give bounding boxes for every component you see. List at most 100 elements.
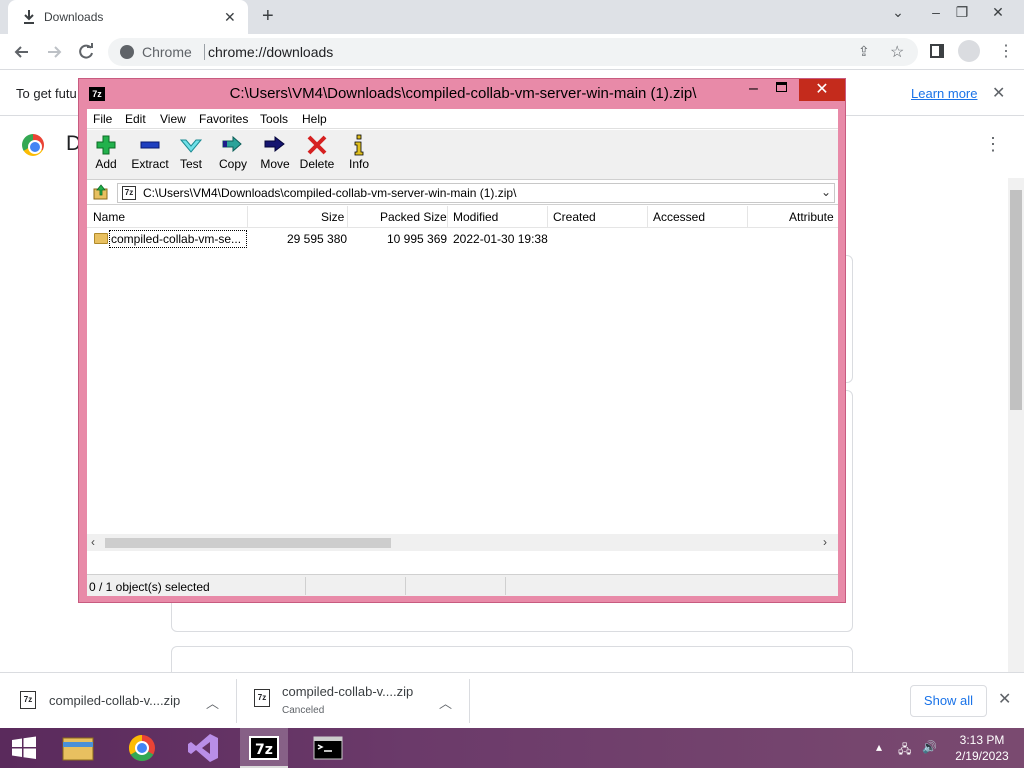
forward-icon[interactable] [44, 42, 64, 62]
side-panel-icon[interactable] [930, 44, 944, 58]
column-divider[interactable] [347, 206, 348, 228]
info-label: Info [348, 157, 369, 171]
new-tab-button[interactable]: + [262, 5, 274, 28]
extract-button[interactable]: Extract [127, 133, 173, 177]
menu-tools[interactable]: Tools [260, 112, 288, 126]
7zip-taskbar-button[interactable]: 7z [240, 728, 288, 768]
delete-label: Delete [299, 157, 335, 171]
add-button[interactable]: Add [84, 133, 128, 177]
move-button[interactable]: Move [253, 133, 297, 177]
list-header: Name Size Packed Size Modified Created A… [87, 206, 838, 228]
learn-more-link[interactable]: Learn more [911, 86, 977, 101]
chrome-menu-icon[interactable]: ⋮ [998, 41, 1014, 61]
terminal-button[interactable] [304, 728, 352, 768]
status-bar: 0 / 1 object(s) selected [87, 574, 838, 596]
tab-title: Downloads [44, 10, 104, 24]
scroll-right-icon[interactable]: › [823, 535, 827, 549]
info-bar-close-icon[interactable]: ✕ [992, 83, 1005, 103]
column-divider[interactable] [747, 206, 748, 228]
copy-button[interactable]: Copy [211, 133, 255, 177]
path-combobox[interactable]: 7z C:\Users\VM4\Downloads\compiled-colla… [117, 183, 835, 203]
url-text[interactable]: chrome://downloads [208, 44, 333, 60]
test-label: Test [179, 157, 202, 171]
move-arrow-icon [264, 135, 285, 153]
column-created[interactable]: Created [553, 210, 596, 224]
column-size[interactable]: Size [321, 210, 344, 224]
menu-edit[interactable]: Edit [125, 112, 146, 126]
chevron-up-icon[interactable]: ︿ [439, 693, 452, 712]
column-modified[interactable]: Modified [453, 210, 498, 224]
zip-close-button[interactable]: ✕ [799, 79, 845, 101]
restore-button[interactable]: ❐ [952, 4, 972, 21]
omnibox-divider [204, 44, 205, 60]
page-scrollbar-thumb[interactable] [1010, 190, 1022, 410]
terminal-icon [313, 736, 343, 760]
network-icon[interactable]: 🖧 [898, 740, 911, 761]
tab-close-icon[interactable]: ✕ [224, 9, 236, 26]
file-explorer-button[interactable] [54, 728, 102, 768]
table-row[interactable]: compiled-collab-vm-se... 29 595 380 10 9… [87, 229, 838, 249]
test-button[interactable]: Test [169, 133, 213, 177]
tab-downloads[interactable]: Downloads ✕ [8, 0, 248, 34]
folder-up-icon[interactable] [93, 184, 109, 200]
page-menu-icon[interactable]: ⋮ [984, 134, 1002, 155]
start-button[interactable] [0, 728, 48, 768]
chrome-taskbar-button[interactable] [118, 728, 166, 768]
tab-search-icon[interactable]: ⌄ [888, 4, 908, 21]
site-chip-label: Chrome [142, 44, 192, 60]
column-divider[interactable] [647, 206, 648, 228]
menu-help[interactable]: Help [302, 112, 327, 126]
column-divider[interactable] [447, 206, 448, 228]
scroll-left-icon[interactable]: ‹ [91, 535, 95, 549]
show-all-button[interactable]: Show all [910, 685, 987, 717]
browser-toolbar: Chrome chrome://downloads ⇪ ☆ ⋮ [0, 34, 1024, 70]
menu-file[interactable]: File [93, 112, 112, 126]
volume-icon[interactable]: 🔊 [922, 740, 937, 754]
download-item[interactable]: 7z compiled-collab-v....zip Canceled ︿ [237, 673, 469, 729]
back-icon[interactable] [12, 42, 32, 62]
visual-studio-button[interactable] [180, 728, 228, 768]
scrollbar-thumb[interactable] [105, 538, 391, 548]
plus-icon [96, 135, 116, 155]
column-divider[interactable] [247, 206, 248, 228]
close-window-button[interactable]: ✕ [988, 4, 1008, 21]
clock-time[interactable]: 3:13 PM [952, 733, 1012, 747]
column-packed-size[interactable]: Packed Size [380, 210, 447, 224]
column-attribute[interactable]: Attribute [789, 210, 834, 224]
info-button[interactable]: Info [337, 133, 381, 177]
zip-minimize-button[interactable]: – [749, 80, 758, 98]
row-modified: 2022-01-30 19:38 [453, 232, 548, 246]
dropdown-arrow-icon[interactable]: ⌄ [821, 185, 831, 199]
reload-icon[interactable] [76, 42, 96, 62]
profile-avatar-icon[interactable] [958, 40, 980, 62]
download-shelf: 7z compiled-collab-v....zip ︿ 7z compile… [0, 672, 1024, 728]
download-status: Canceled [282, 705, 325, 716]
column-accessed[interactable]: Accessed [653, 210, 705, 224]
menu-favorites[interactable]: Favorites [199, 112, 248, 126]
status-text: 0 / 1 object(s) selected [89, 580, 210, 594]
menu-bar: File Edit View Favorites Tools Help [87, 109, 838, 129]
status-divider [305, 577, 306, 595]
zip-maximize-button[interactable] [776, 82, 787, 92]
clock-date[interactable]: 2/19/2023 [952, 749, 1012, 763]
shelf-close-icon[interactable]: ✕ [998, 689, 1011, 709]
download-item[interactable]: 7z compiled-collab-v....zip ︿ [0, 673, 236, 729]
delete-button[interactable]: Delete [295, 133, 339, 177]
path-text: C:\Users\VM4\Downloads\compiled-collab-v… [143, 186, 517, 200]
start-icon [12, 736, 36, 759]
row-packed-size: 10 995 369 [387, 232, 448, 246]
horizontal-scrollbar[interactable]: ‹ › [87, 534, 838, 551]
show-hidden-icons-icon[interactable]: ▴ [876, 740, 882, 754]
menu-view[interactable]: View [160, 112, 186, 126]
chevron-up-icon[interactable]: ︿ [206, 693, 219, 712]
bookmark-star-icon[interactable]: ☆ [890, 42, 904, 62]
column-name[interactable]: Name [93, 210, 125, 224]
minimize-button[interactable]: – [926, 4, 946, 20]
row-name[interactable]: compiled-collab-vm-se... [109, 230, 247, 248]
column-divider[interactable] [547, 206, 548, 228]
shelf-divider [469, 679, 470, 723]
share-icon[interactable]: ⇪ [858, 43, 870, 60]
folder-icon [94, 233, 108, 244]
taskbar: 7z ▴ 🖧 🔊 3:13 PM 2/19/2023 [0, 728, 1024, 768]
omnibox[interactable]: Chrome chrome://downloads [108, 38, 918, 66]
